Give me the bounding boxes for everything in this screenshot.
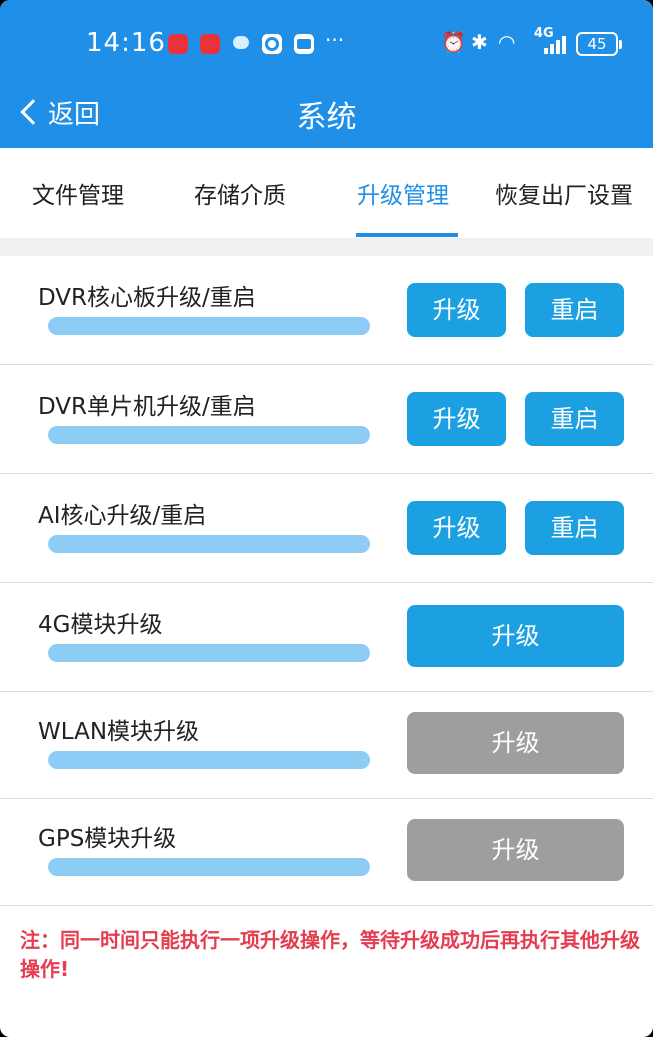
row-label: DVR单片机升级/重启 <box>38 394 256 420</box>
camera-app-icon <box>262 34 282 54</box>
wifi-icon: ◠ <box>498 30 516 54</box>
bluetooth-icon: ✱ <box>471 30 488 54</box>
progress-bar <box>48 644 370 662</box>
phone-screen: 14:16 ··· ⏰ ✱ ◠ 4G 45 返回 系统 文件管理 存储介质 升级… <box>0 0 653 1037</box>
huawei-app-icon <box>168 34 188 54</box>
app-header: 返回 系统 <box>0 80 653 144</box>
status-bar: 14:16 ··· ⏰ ✱ ◠ 4G 45 <box>0 24 653 66</box>
progress-fill <box>48 751 370 769</box>
upgrade-row-dvr-core: DVR核心板升级/重启 升级 重启 <box>0 256 653 365</box>
upgrade-button[interactable]: 升级 <box>407 392 506 446</box>
upgrade-button[interactable]: 升级 <box>407 501 506 555</box>
restart-button[interactable]: 重启 <box>525 283 624 337</box>
mail-icon <box>294 34 314 54</box>
progress-fill <box>48 317 370 335</box>
progress-bar <box>48 751 370 769</box>
active-tab-indicator <box>356 233 458 237</box>
upgrade-button[interactable]: 升级 <box>407 605 624 667</box>
battery-icon: 45 <box>576 32 622 56</box>
progress-fill <box>48 644 370 662</box>
red-app-icon <box>200 34 220 54</box>
top-bar: 14:16 ··· ⏰ ✱ ◠ 4G 45 返回 系统 <box>0 0 653 148</box>
status-time: 14:16 <box>86 28 166 58</box>
row-label: GPS模块升级 <box>38 826 177 852</box>
upgrade-row-4g: 4G模块升级 升级 <box>0 583 653 692</box>
row-label: AI核心升级/重启 <box>38 503 207 529</box>
signal-icon <box>544 36 566 54</box>
upgrade-row-ai-core: AI核心升级/重启 升级 重启 <box>0 474 653 583</box>
tab-factory-reset[interactable]: 恢复出厂设置 <box>495 176 633 210</box>
row-label: 4G模块升级 <box>38 612 163 638</box>
tab-bar: 文件管理 存储介质 升级管理 恢复出厂设置 <box>0 148 653 238</box>
restart-button[interactable]: 重启 <box>525 392 624 446</box>
row-label: WLAN模块升级 <box>38 719 200 745</box>
chat-icon <box>231 34 251 54</box>
section-divider <box>0 238 653 256</box>
tab-upgrade-management[interactable]: 升级管理 <box>357 176 449 210</box>
page-title: 系统 <box>296 100 357 135</box>
upgrade-row-gps: GPS模块升级 升级 <box>0 797 653 906</box>
progress-fill <box>48 858 370 876</box>
upgrade-row-wlan: WLAN模块升级 升级 <box>0 690 653 799</box>
row-label: DVR核心板升级/重启 <box>38 285 256 311</box>
more-notifications-icon: ··· <box>325 28 345 52</box>
progress-bar <box>48 426 370 444</box>
progress-fill <box>48 426 370 444</box>
restart-button[interactable]: 重启 <box>525 501 624 555</box>
alarm-icon: ⏰ <box>441 30 466 54</box>
upgrade-row-dvr-mcu: DVR单片机升级/重启 升级 重启 <box>0 365 653 474</box>
tab-storage-media[interactable]: 存储介质 <box>194 176 286 210</box>
progress-bar <box>48 317 370 335</box>
tab-file-management[interactable]: 文件管理 <box>32 176 124 210</box>
progress-bar <box>48 535 370 553</box>
upgrade-button-disabled[interactable]: 升级 <box>407 712 624 774</box>
upgrade-note: 注：同一时间只能执行一项升级操作，等待升级成功后再执行其他升级操作! <box>20 928 640 981</box>
upgrade-button[interactable]: 升级 <box>407 283 506 337</box>
progress-fill <box>48 535 370 553</box>
progress-bar <box>48 858 370 876</box>
upgrade-button-disabled[interactable]: 升级 <box>407 819 624 881</box>
